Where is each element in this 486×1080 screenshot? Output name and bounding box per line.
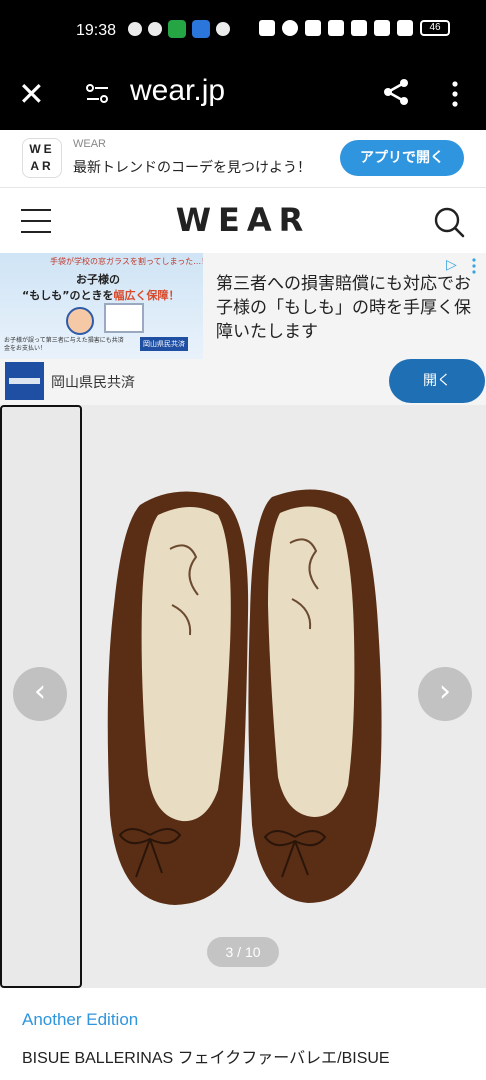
app-tagline: 最新トレンドのコーデを見つけよう！: [73, 160, 311, 176]
ad-image-title: お子様の: [76, 273, 120, 286]
browser-toolbar: ✕ wear.jp: [0, 62, 486, 130]
ad-image-subtitle: “もしも”のときを幅広く保障！: [22, 287, 179, 303]
ad-image-subtitle-b: 幅広く保障！: [113, 289, 180, 302]
ad-sponsor-name: 岡山県民共済: [51, 375, 135, 391]
logo-line-1: WE: [29, 142, 55, 156]
search-icon[interactable]: [432, 205, 466, 239]
mute-icon: [305, 20, 321, 36]
cloud-app-icon: [192, 20, 210, 38]
brand-link[interactable]: Another Edition: [22, 1010, 138, 1030]
status-time: 19:38: [76, 22, 117, 39]
sponsor-logo: [5, 362, 44, 400]
adchoices-icon[interactable]: ▷: [446, 257, 457, 273]
ad-image[interactable]: 手袋が学校の窓ガラスを割ってしまった…！ お子様の “もしも”のときを幅広く保障…: [0, 253, 203, 359]
ad-open-button[interactable]: 開く: [389, 359, 485, 403]
notification-icons: [128, 20, 230, 38]
wifi-icon: [351, 20, 367, 36]
nfc-icon: [259, 20, 275, 36]
product-name: BISUE BALLERINAS フェイクファーバレエ/BISUE: [22, 1050, 390, 1067]
advertisement[interactable]: 手袋が学校の窓ガラスを割ってしまった…！ お子様の “もしも”のときを幅広く保障…: [0, 253, 486, 405]
page-settings-icon[interactable]: [84, 80, 112, 108]
image-counter: 3 / 10: [207, 937, 279, 967]
product-image-carousel[interactable]: ‹ › 3 / 10: [0, 405, 486, 988]
cloud-icon: [148, 22, 162, 36]
wear-app-logo: WE AR: [22, 138, 62, 178]
ad-text[interactable]: 第三者への損害賠償にも対応でお子様の「もしも」の時を手厚く保障いたします: [216, 272, 471, 344]
volte-icon: [374, 20, 390, 36]
child-illustration: [66, 307, 94, 335]
close-icon[interactable]: ✕: [18, 78, 45, 110]
carousel-prev-button[interactable]: ‹: [13, 667, 67, 721]
site-header: WEAR: [0, 189, 486, 253]
product-photo: [107, 489, 382, 905]
app-brand: WEAR: [73, 138, 106, 150]
site-logo[interactable]: WEAR: [0, 201, 486, 239]
status-bar: 19:38 46: [0, 0, 486, 62]
share-icon[interactable]: [380, 76, 412, 108]
bluetooth-icon: [328, 20, 344, 36]
data-usage-icon: [216, 22, 230, 36]
ad-image-sponsor-badge: 岡山県民共済: [140, 337, 188, 351]
ad-image-fine-print: お子様が誤って第三者に与えた損害にも共済金をお支払い！: [4, 337, 124, 352]
battery-indicator: 46: [420, 20, 450, 36]
ad-image-subtitle-a: “もしも”のときを: [22, 289, 114, 302]
shield-app-icon: [168, 20, 186, 38]
alarm-icon: [282, 20, 298, 36]
open-in-app-button[interactable]: アプリで開く: [340, 140, 464, 176]
ad-more-icon[interactable]: [471, 257, 477, 275]
more-vert-icon[interactable]: [445, 78, 465, 110]
address-bar-url[interactable]: wear.jp: [130, 74, 225, 108]
carousel-next-button[interactable]: ›: [418, 667, 472, 721]
signal-icon: [397, 20, 413, 36]
window-illustration: [104, 303, 144, 333]
chat-icon: [128, 22, 142, 36]
ad-image-headline: 手袋が学校の窓ガラスを割ってしまった…！: [50, 257, 203, 266]
system-icons: 46: [259, 20, 450, 36]
app-install-banner: WE AR WEAR 最新トレンドのコーデを見つけよう！ アプリで開く: [0, 130, 486, 188]
logo-line-2: AR: [30, 159, 54, 173]
